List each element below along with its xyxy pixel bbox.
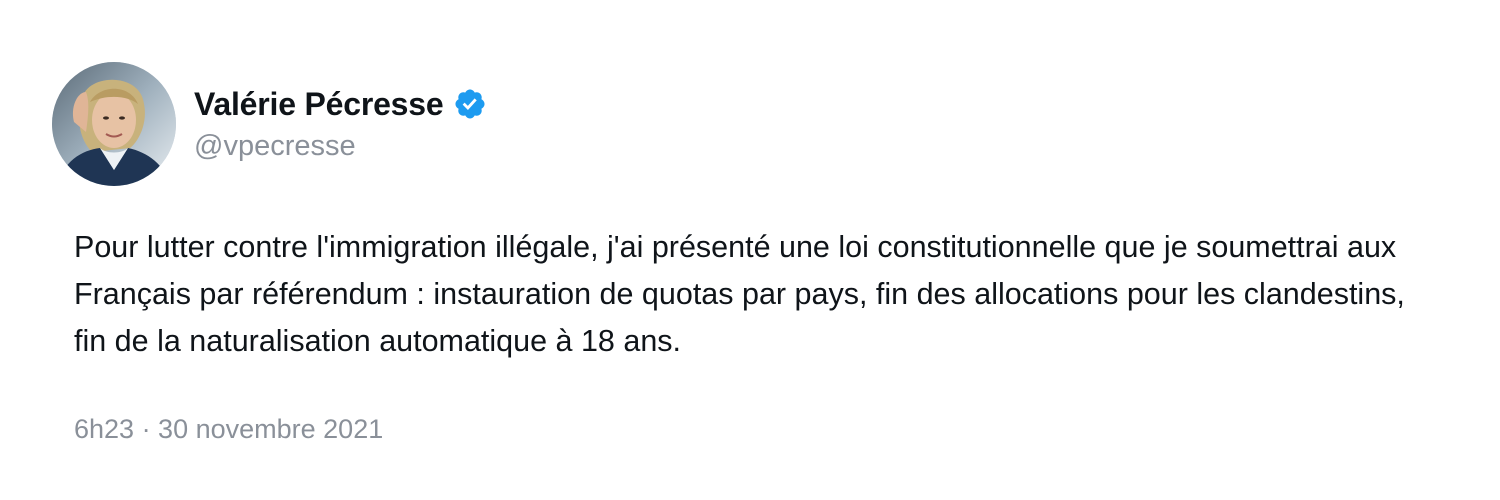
tweet-text: Pour lutter contre l'immigration illégal… — [74, 230, 1405, 358]
tweet-timestamp[interactable]: 6h23 · 30 novembre 2021 — [74, 414, 383, 445]
author-display-name[interactable]: Valérie Pécresse — [194, 86, 444, 123]
avatar[interactable] — [52, 62, 176, 186]
author-handle[interactable]: @vpecresse — [194, 130, 356, 163]
author-name-row: Valérie Pécresse — [194, 82, 487, 126]
avatar-photo — [52, 62, 176, 186]
tweet-card: Valérie Pécresse @vpecresse Pour lutter … — [0, 0, 1500, 500]
verified-badge-icon — [453, 87, 487, 121]
